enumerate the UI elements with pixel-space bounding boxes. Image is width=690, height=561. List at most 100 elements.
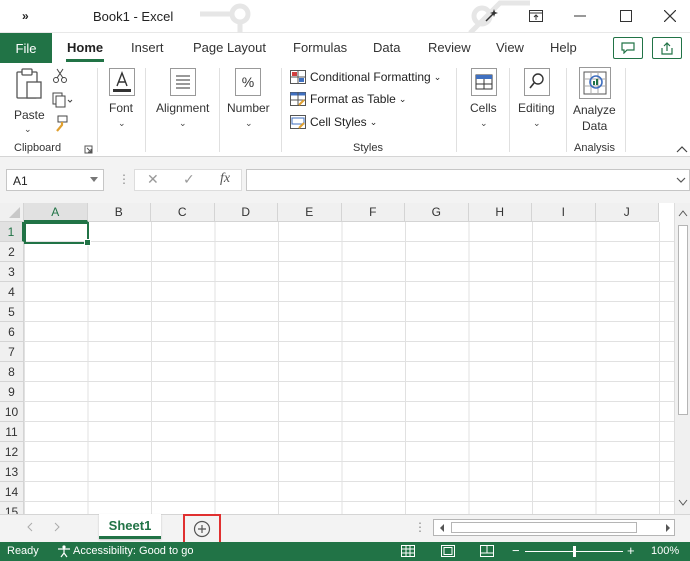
row-header-12[interactable]: 12 [0,442,24,462]
column-header-a[interactable]: A [24,203,88,222]
column-header-e[interactable]: E [278,203,342,222]
horizontal-scroll-thumb[interactable] [451,522,637,533]
next-sheet-icon[interactable] [53,522,61,532]
column-header-b[interactable]: B [87,203,151,222]
tab-split-handle-icon[interactable]: ⋮ [414,520,426,534]
separator [566,68,567,152]
font-label: Font [109,101,134,115]
chevron-down-icon: ⌄ [118,118,126,128]
conditional-formatting-button[interactable]: Conditional Formatting ⌄ [290,67,441,87]
row-header-13[interactable]: 13 [0,462,24,482]
zoom-slider[interactable] [525,546,623,557]
font-button[interactable]: Font ⌄ [104,68,140,134]
prev-sheet-icon[interactable] [26,522,34,532]
zoom-out-button[interactable]: − [512,543,520,558]
new-sheet-button[interactable] [183,514,221,544]
column-header-g[interactable]: G [405,203,469,222]
row-header-5[interactable]: 5 [0,302,24,322]
cut-icon[interactable] [52,68,68,84]
column-header-j[interactable]: J [595,203,659,222]
minimize-icon[interactable] [568,6,592,26]
tab-home[interactable]: Home [65,40,105,62]
vertical-scroll-thumb[interactable] [678,225,688,415]
tab-file[interactable]: File [0,33,52,63]
paste-label: Paste [14,108,45,122]
zoom-level[interactable]: 100% [651,545,679,557]
conditional-formatting-icon [290,70,306,84]
insert-function-button[interactable]: fx [220,171,230,187]
page-layout-view-icon[interactable] [441,545,455,557]
number-button[interactable]: % Number ⌄ [227,68,273,134]
row-header-3[interactable]: 3 [0,262,24,282]
row-header-8[interactable]: 8 [0,362,24,382]
tab-review[interactable]: Review [428,40,471,55]
scroll-right-icon[interactable] [664,523,672,533]
scroll-up-icon[interactable] [678,209,688,217]
zoom-slider-thumb[interactable] [573,546,576,557]
expand-formula-bar-icon[interactable] [676,177,686,183]
column-header-h[interactable]: H [468,203,532,222]
formula-input[interactable] [246,169,690,191]
ribbon-display-options-icon[interactable] [524,6,548,26]
paste-button[interactable]: Paste ⌄ [12,68,46,134]
cell-area[interactable] [24,222,674,514]
alignment-button[interactable]: Alignment ⌄ [154,68,214,134]
formula-bar-options-icon[interactable]: ⋮ [118,172,130,186]
status-bar: Ready Accessibility: Good to go − + 100% [0,542,690,561]
quick-access-more-icon[interactable]: » [22,9,29,23]
row-header-2[interactable]: 2 [0,242,24,262]
close-icon[interactable] [658,6,682,26]
row-header-15[interactable]: 15 [0,502,24,514]
page-break-view-icon[interactable] [480,545,494,557]
tab-formulas[interactable]: Formulas [293,40,347,55]
row-header-4[interactable]: 4 [0,282,24,302]
normal-view-icon[interactable] [401,545,415,557]
active-cell[interactable] [24,222,91,246]
separator [456,68,457,152]
tab-data[interactable]: Data [373,40,400,55]
row-header-1[interactable]: 1 [0,222,24,242]
cancel-icon[interactable]: ✕ [147,171,159,188]
collapse-ribbon-icon[interactable] [676,145,688,153]
tab-insert[interactable]: Insert [131,40,164,55]
column-header-i[interactable]: I [532,203,596,222]
accessibility-status[interactable]: Accessibility: Good to go [73,545,193,557]
column-header-c[interactable]: C [151,203,215,222]
tab-help[interactable]: Help [550,40,577,55]
row-header-11[interactable]: 11 [0,422,24,442]
row-header-14[interactable]: 14 [0,482,24,502]
format-painter-icon[interactable] [52,115,68,133]
row-header-7[interactable]: 7 [0,342,24,362]
comments-button[interactable] [613,37,643,59]
dialog-launcher-icon[interactable] [84,145,93,154]
svg-text:%: % [242,74,254,90]
zoom-in-button[interactable]: + [627,543,635,558]
cells-label: Cells [470,101,497,115]
select-all-button[interactable] [0,203,24,222]
enter-icon[interactable]: ✓ [183,171,195,188]
sheet-tab-sheet1[interactable]: Sheet1 [99,514,161,539]
chevron-down-icon: ⌄ [245,118,253,128]
row-header-6[interactable]: 6 [0,322,24,342]
horizontal-scrollbar[interactable] [433,519,675,536]
share-button[interactable] [652,37,682,59]
format-as-table-button[interactable]: Format as Table ⌄ [290,89,406,109]
maximize-icon[interactable] [614,6,638,26]
column-header-f[interactable]: F [341,203,405,222]
magic-wand-icon[interactable] [479,6,503,26]
row-header-9[interactable]: 9 [0,382,24,402]
cells-button[interactable]: Cells ⌄ [465,68,503,134]
tab-view[interactable]: View [496,40,524,55]
copy-icon[interactable] [52,92,74,108]
analyze-data-button[interactable]: Analyze Data [570,67,620,137]
scroll-down-icon[interactable] [678,499,688,507]
column-header-d[interactable]: D [214,203,278,222]
vertical-scrollbar[interactable] [674,203,690,514]
row-header-10[interactable]: 10 [0,402,24,422]
tab-page-layout[interactable]: Page Layout [193,40,266,55]
chevron-down-icon: ⌄ [179,118,187,128]
cell-styles-button[interactable]: Cell Styles ⌄ [290,112,377,132]
name-box[interactable]: A1 [6,169,104,191]
scroll-left-icon[interactable] [438,523,446,533]
editing-button[interactable]: Editing ⌄ [515,68,561,134]
